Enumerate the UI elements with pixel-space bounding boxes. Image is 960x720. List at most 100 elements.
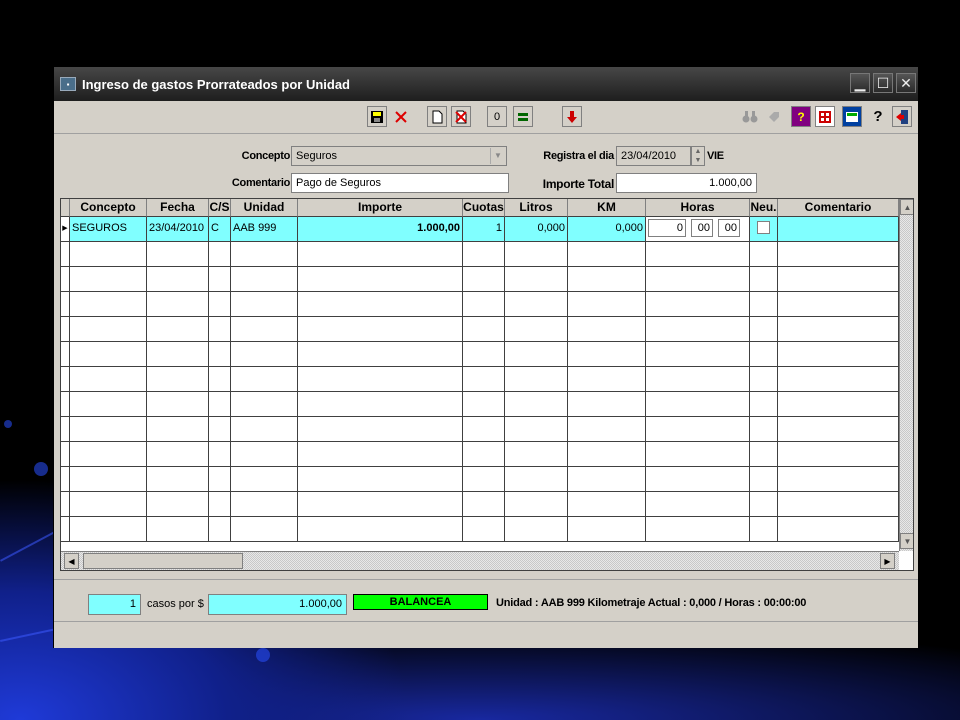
grid-cell[interactable]	[778, 217, 899, 242]
grid-cell[interactable]	[778, 267, 899, 292]
scroll-up-button[interactable]: ▲	[900, 199, 913, 215]
grid-cell[interactable]	[778, 292, 899, 317]
grid-cell[interactable]	[568, 242, 646, 267]
column-header-cs[interactable]: C/S	[209, 199, 231, 217]
grid-cell[interactable]	[231, 392, 298, 417]
grid-cell[interactable]	[750, 317, 778, 342]
grid-cell[interactable]	[298, 467, 463, 492]
row-selector[interactable]	[61, 267, 70, 292]
grid-cell[interactable]	[209, 392, 231, 417]
grid-cell[interactable]	[646, 292, 750, 317]
neu-checkbox[interactable]	[757, 220, 770, 234]
cancel-button[interactable]	[391, 106, 411, 127]
grid-cell[interactable]: C	[209, 217, 231, 242]
grid-cell[interactable]	[750, 442, 778, 467]
grid-cell[interactable]	[70, 267, 147, 292]
grid-cell[interactable]	[298, 317, 463, 342]
row-selector[interactable]	[61, 442, 70, 467]
grid-cell[interactable]	[231, 292, 298, 317]
comentario-input[interactable]: Pago de Seguros	[291, 173, 509, 193]
minimize-button[interactable]: ▁	[850, 73, 870, 93]
grid-cell[interactable]	[231, 242, 298, 267]
grid-cell[interactable]	[209, 342, 231, 367]
grid-cell[interactable]	[505, 467, 568, 492]
grid-cell[interactable]	[778, 467, 899, 492]
tag-button[interactable]	[764, 106, 784, 127]
scroll-down-button[interactable]: ▼	[900, 533, 913, 549]
row-selector[interactable]	[61, 467, 70, 492]
grid-cell[interactable]	[778, 367, 899, 392]
grid-cell[interactable]	[505, 292, 568, 317]
grid-cell[interactable]	[568, 392, 646, 417]
grid-cell[interactable]	[646, 317, 750, 342]
grid-cell[interactable]	[646, 267, 750, 292]
grid-cell[interactable]	[646, 492, 750, 517]
grid-cell[interactable]	[70, 492, 147, 517]
grid-cell[interactable]	[463, 367, 505, 392]
grid-cell[interactable]: 1.000,00	[298, 217, 463, 242]
grid-cell[interactable]	[147, 417, 209, 442]
grid-cell[interactable]	[147, 367, 209, 392]
grid-cell[interactable]	[505, 317, 568, 342]
scroll-thumb[interactable]	[83, 553, 243, 569]
grid-cell[interactable]	[505, 492, 568, 517]
new-record-button[interactable]	[427, 106, 447, 127]
grid-cell[interactable]	[147, 267, 209, 292]
grid-cell[interactable]	[568, 492, 646, 517]
row-selector[interactable]	[61, 417, 70, 442]
grid-tool-button[interactable]	[815, 106, 835, 127]
grid-cell[interactable]	[568, 292, 646, 317]
down-arrow-button[interactable]	[562, 106, 582, 127]
grid-cell[interactable]	[568, 442, 646, 467]
column-header-fecha[interactable]: Fecha	[147, 199, 209, 217]
row-selector[interactable]	[61, 242, 70, 267]
grid-cell[interactable]	[298, 267, 463, 292]
row-current-indicator[interactable]: ▶	[61, 217, 70, 242]
search-button[interactable]	[740, 106, 760, 127]
grid-cell[interactable]	[209, 417, 231, 442]
grid-cell[interactable]	[778, 392, 899, 417]
grid-cell[interactable]	[646, 367, 750, 392]
grid-cell[interactable]	[750, 492, 778, 517]
grid-cell[interactable]	[231, 517, 298, 542]
grid-cell[interactable]	[750, 267, 778, 292]
grid-cell[interactable]	[463, 392, 505, 417]
row-selector[interactable]	[61, 517, 70, 542]
grid-cell[interactable]	[70, 317, 147, 342]
row-selector[interactable]	[61, 292, 70, 317]
grid-cell[interactable]	[70, 467, 147, 492]
exit-button[interactable]	[892, 106, 912, 127]
grid-cell[interactable]	[147, 467, 209, 492]
grid-cell[interactable]	[147, 492, 209, 517]
grid-cell[interactable]	[568, 267, 646, 292]
hours-second-input[interactable]: 00	[718, 219, 740, 237]
grid-cell[interactable]	[750, 342, 778, 367]
column-header-unidad[interactable]: Unidad	[231, 199, 298, 217]
grid-cell[interactable]	[231, 367, 298, 392]
close-window-button[interactable]: ✕	[896, 73, 916, 93]
grid-cell[interactable]	[750, 467, 778, 492]
scroll-right-button[interactable]: ▶	[880, 553, 895, 569]
grid-cell[interactable]	[750, 292, 778, 317]
grid-cell[interactable]	[463, 242, 505, 267]
grid-cell[interactable]	[505, 392, 568, 417]
grid-cell[interactable]	[209, 242, 231, 267]
grid-cell[interactable]	[463, 417, 505, 442]
hours-minute-input[interactable]: 00	[691, 219, 713, 237]
chevron-down-icon[interactable]: ▼	[490, 148, 505, 164]
grid-cell[interactable]	[231, 267, 298, 292]
concepto-select[interactable]: Seguros ▼	[291, 146, 507, 166]
grid-cell[interactable]	[70, 342, 147, 367]
grid-cell[interactable]	[231, 317, 298, 342]
grid-cell[interactable]	[463, 467, 505, 492]
grid-cell[interactable]	[70, 367, 147, 392]
grid-cell[interactable]	[70, 292, 147, 317]
grid-cell[interactable]	[778, 242, 899, 267]
grid-cell[interactable]	[778, 317, 899, 342]
grid-cell[interactable]: SEGUROS	[70, 217, 147, 242]
grid-cell[interactable]: 0 00 00	[646, 217, 750, 242]
help-query-button[interactable]: ?	[791, 106, 811, 127]
grid-cell[interactable]	[231, 467, 298, 492]
grid-cell[interactable]	[147, 292, 209, 317]
grid-cell[interactable]	[750, 517, 778, 542]
